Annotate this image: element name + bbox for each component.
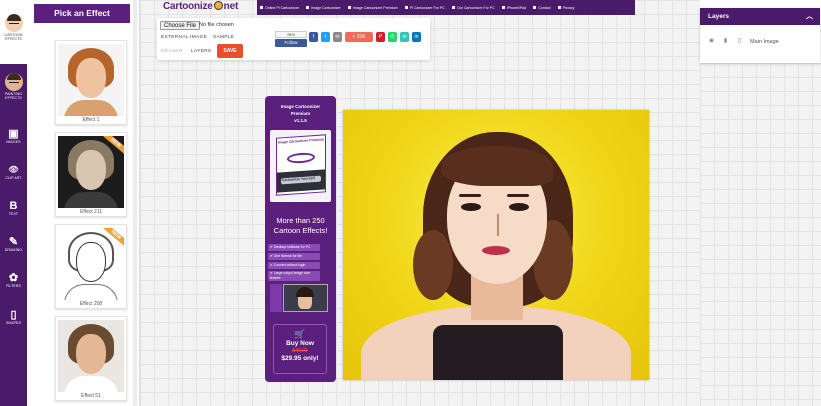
bold-text-icon: B bbox=[9, 200, 18, 212]
whatsapp-share-icon[interactable]: ✆ bbox=[388, 32, 397, 42]
eye-illustration-icon bbox=[287, 152, 315, 164]
rail-text[interactable]: B TEXT bbox=[0, 200, 27, 216]
promo-headline: More than 250 Cartoon Effects! bbox=[273, 216, 328, 235]
nav-our-cartoonizer-pc[interactable]: Our Cartoonizer For PC bbox=[451, 6, 495, 10]
nav-bullet-icon bbox=[306, 6, 310, 9]
rail-images[interactable]: ▣ IMAGES bbox=[0, 128, 27, 144]
pinterest-share-icon[interactable]: P bbox=[376, 32, 385, 42]
linkedin-share-icon[interactable]: in bbox=[412, 32, 421, 42]
chevron-up-icon[interactable]: ︿ bbox=[806, 8, 813, 25]
eye-icon: 👁 bbox=[8, 165, 19, 174]
rail-shapes[interactable]: ▯ SHAPES bbox=[0, 309, 27, 325]
layers-panel: Layers ︿ ◉ ▮ ▯ Main Image bbox=[700, 8, 820, 63]
promo-title: Image Cartoonizer Premium v1.1.5 bbox=[280, 104, 321, 123]
effect-caption: Effect 51 bbox=[81, 393, 101, 399]
nav-bullet-icon bbox=[533, 6, 537, 9]
effect-thumbnail bbox=[58, 44, 124, 116]
nav-image-cartoonizer[interactable]: Image Cartoonizer bbox=[306, 6, 341, 10]
share-count-button[interactable]: + 31K bbox=[345, 32, 373, 42]
effect-caption: Effect 208 bbox=[79, 301, 103, 307]
facebook-follow-button[interactable]: Follow bbox=[275, 39, 307, 47]
painting-avatar-icon bbox=[4, 73, 23, 91]
buy-now-button[interactable]: 🛒 Buy Now $49.95 $29.95 only! bbox=[273, 324, 327, 374]
visibility-eye-icon[interactable]: ◉ bbox=[708, 38, 715, 45]
rail-painting-effects[interactable]: PAINTING EFFECTS bbox=[0, 68, 27, 106]
effect-caption: Effect 1 bbox=[82, 117, 100, 123]
nav-bullet-icon bbox=[501, 6, 505, 9]
layer-item[interactable]: ◉ ▮ ▯ Main Image bbox=[708, 38, 779, 45]
promo-feature: ✔ One license for life bbox=[268, 253, 320, 260]
choose-file-button[interactable]: Choose File bbox=[160, 21, 201, 30]
layers-link[interactable]: LAYERS bbox=[191, 49, 211, 54]
like-count: 78 K bbox=[275, 31, 307, 38]
cartoon-avatar-icon bbox=[4, 14, 23, 32]
rail-cartoon-effects[interactable]: CARTOON EFFECTS bbox=[0, 14, 27, 41]
main-canvas-image[interactable] bbox=[343, 110, 649, 380]
save-button[interactable]: SAVE bbox=[217, 44, 243, 58]
site-logo[interactable]: Cartoonize net bbox=[163, 1, 238, 12]
product-box-image: Image Cartoonizer Premium Cartoonize You… bbox=[270, 130, 331, 202]
pick-effect-title: Pick an Effect bbox=[34, 4, 130, 23]
file-status: No file chosen bbox=[199, 22, 234, 28]
nav-bullet-icon bbox=[347, 6, 351, 9]
cart-icon: 🛒 bbox=[294, 329, 306, 339]
image-icon: ▣ bbox=[8, 128, 19, 140]
effect-card[interactable]: Effect 1 bbox=[55, 40, 127, 125]
rail-filters[interactable]: ✿ FILTERS bbox=[0, 272, 27, 288]
facebook-like-widget[interactable]: 78 K Follow bbox=[275, 31, 307, 48]
external-image-link[interactable]: EXTERNAL IMAGE bbox=[161, 35, 207, 40]
promo-feature: ✔ Large output image size feature bbox=[268, 271, 320, 281]
nav-contact[interactable]: Contact bbox=[533, 6, 551, 10]
effect-thumbnail bbox=[58, 320, 124, 392]
layer-label: Main Image bbox=[750, 38, 779, 45]
nav-online-cartoonizer[interactable]: Online Pl Cartoonizer bbox=[260, 6, 299, 10]
rail-clip-art[interactable]: 👁 CLIP ART bbox=[0, 164, 27, 180]
sample-link[interactable]: SAMPLE bbox=[213, 35, 234, 40]
layers-header[interactable]: Layers ︿ bbox=[700, 8, 820, 25]
promo-feature: ✔ Desktop software for PC bbox=[268, 244, 320, 251]
effect-card[interactable]: NEW Effect 208 bbox=[55, 224, 127, 309]
logo-face-icon bbox=[213, 1, 223, 10]
effect-card[interactable]: Effect 51 bbox=[55, 316, 127, 401]
shape-icon: ▯ bbox=[10, 309, 17, 321]
rail-drawing[interactable]: ✎ DRAWING bbox=[0, 236, 27, 252]
email-share-icon[interactable]: ✉ bbox=[333, 32, 342, 42]
premium-promo[interactable]: Image Cartoonizer Premium v1.1.5 Image C… bbox=[265, 96, 336, 382]
filter-icon: ✿ bbox=[8, 272, 19, 284]
promo-feature: ✔ Convert without login bbox=[268, 262, 320, 269]
eraser-link[interactable]: ERASER bbox=[161, 49, 183, 54]
nav-pl-cartoonizer-pc[interactable]: Pl Cartoonizer For PC bbox=[404, 6, 445, 10]
brush-icon: ✎ bbox=[8, 236, 19, 248]
effect-thumbnail: NEW bbox=[58, 228, 124, 300]
facebook-share-icon[interactable]: f bbox=[309, 32, 318, 42]
nav-bullet-icon bbox=[260, 6, 263, 9]
nav-bullet-icon bbox=[404, 6, 408, 9]
effect-caption: Effect 211 bbox=[79, 209, 103, 215]
sms-share-icon[interactable]: ✉ bbox=[400, 32, 409, 42]
nav-image-cartoonizer-premium[interactable]: Image Cartoonizer Premium bbox=[347, 6, 398, 10]
effects-panel: Pick an Effect Effect 1 NEW Effect 211 N… bbox=[27, 0, 140, 406]
sale-price: $29.95 only! bbox=[281, 355, 319, 362]
promo-preview-strip bbox=[270, 284, 282, 312]
lock-icon[interactable]: ▯ bbox=[736, 38, 743, 45]
nav-bullet-icon bbox=[557, 6, 561, 9]
top-nav: Online Pl Cartoonizer Image Cartoonizer … bbox=[257, 0, 635, 15]
effects-scrollbar[interactable] bbox=[133, 0, 137, 406]
nav-iphone-ipad[interactable]: iPhone/iPad bbox=[501, 6, 526, 10]
toolbar-card: Choose File No file chosen EXTERNAL IMAG… bbox=[157, 18, 430, 60]
nav-privacy[interactable]: Privacy bbox=[557, 6, 574, 10]
workspace-right bbox=[700, 63, 821, 406]
promo-screenshot bbox=[283, 284, 328, 312]
nav-bullet-icon bbox=[451, 6, 455, 9]
effect-thumbnail: NEW bbox=[58, 136, 124, 208]
effect-card[interactable]: NEW Effect 211 bbox=[55, 132, 127, 217]
delete-icon[interactable]: ▮ bbox=[722, 38, 729, 45]
old-price: $49.95 bbox=[292, 348, 308, 354]
twitter-share-icon[interactable]: t bbox=[321, 32, 330, 42]
